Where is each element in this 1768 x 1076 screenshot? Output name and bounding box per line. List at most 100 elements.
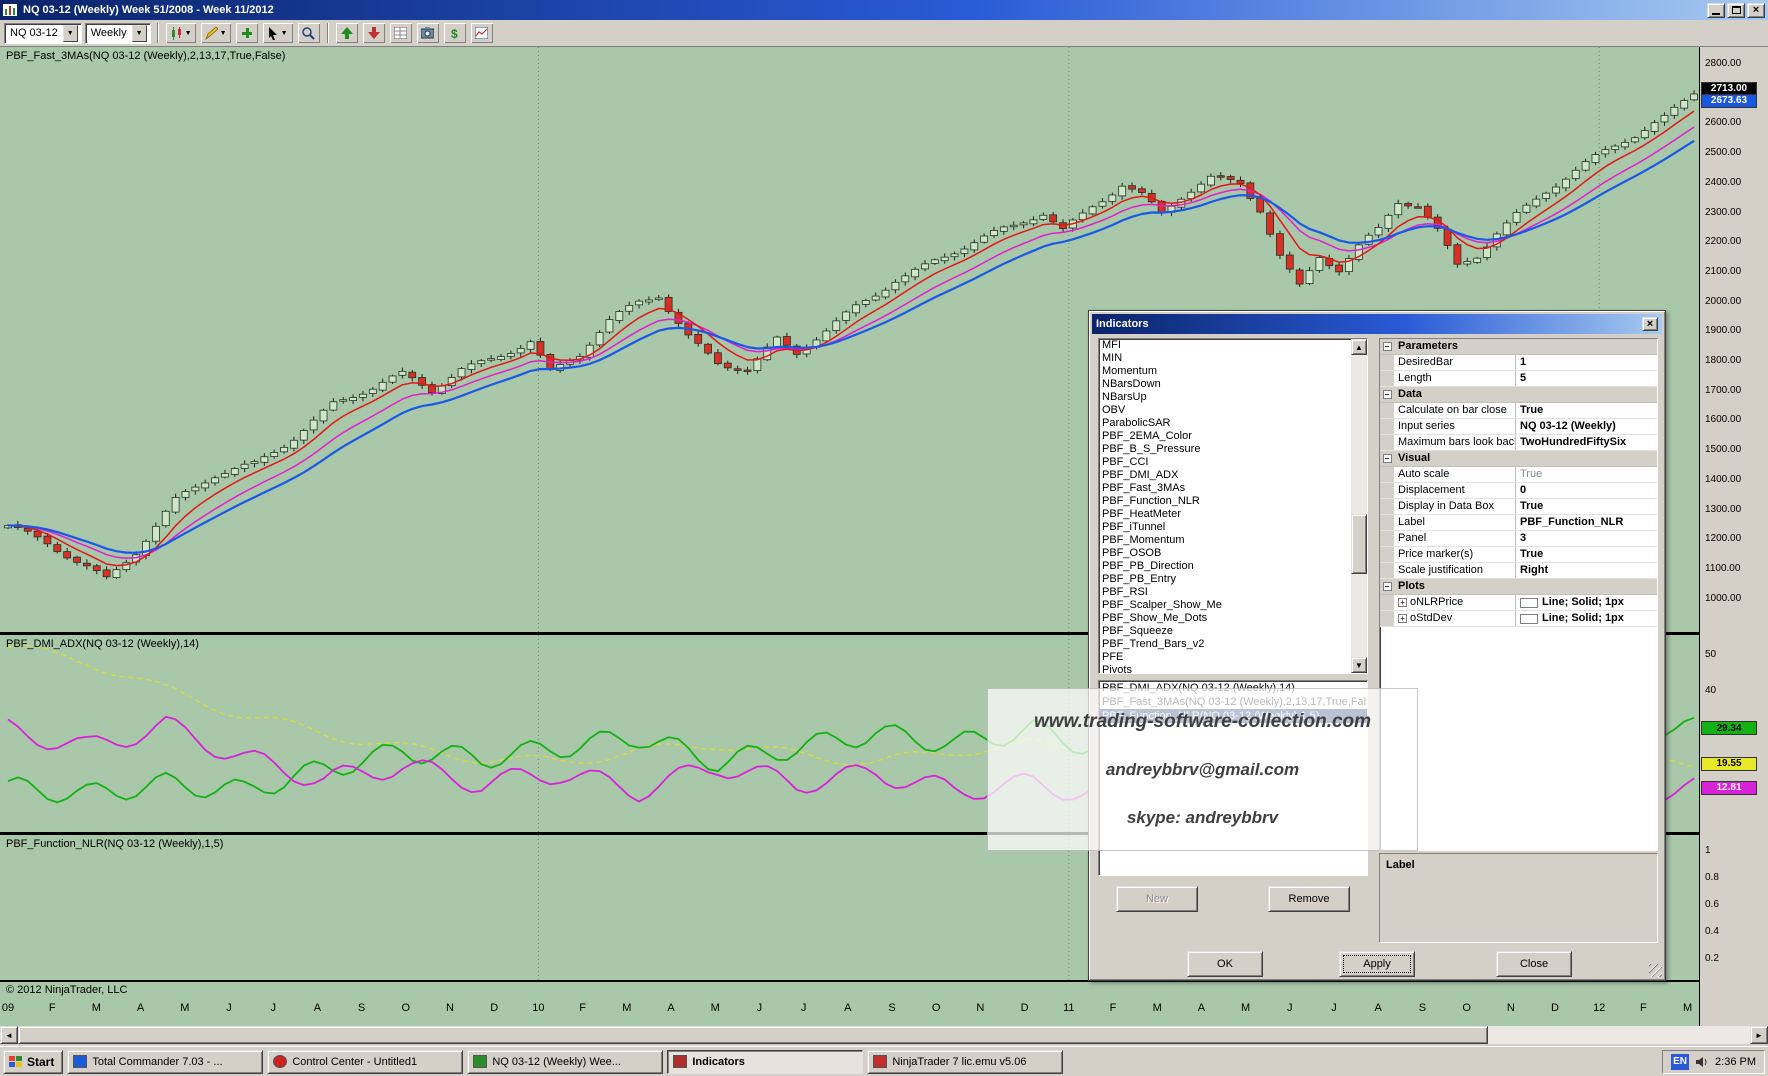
property-value[interactable]: TwoHundredFiftySix — [1516, 435, 1657, 450]
dialog-close-icon[interactable]: × — [1642, 317, 1658, 331]
minus-box-icon[interactable]: − — [1383, 390, 1392, 399]
list-item[interactable]: PBF_Show_Me_Dots — [1099, 612, 1367, 625]
property-row[interactable]: Display in Data BoxTrue — [1380, 499, 1657, 515]
zoom-button[interactable] — [297, 22, 321, 44]
remove-button[interactable]: Remove — [1268, 886, 1350, 912]
up-arrow-button[interactable] — [335, 22, 359, 44]
property-row[interactable]: LabelPBF_Function_NLR — [1380, 515, 1657, 531]
add-indicator-button[interactable] — [235, 22, 259, 44]
collapse-icon[interactable]: − — [1380, 451, 1394, 466]
list-item[interactable]: PBF_Fast_3MAs — [1099, 482, 1367, 495]
property-row[interactable]: Maximum bars look backTwoHundredFiftySix — [1380, 435, 1657, 451]
list-item[interactable]: PBF_Function_NLR — [1099, 495, 1367, 508]
property-value[interactable]: NQ 03-12 (Weekly) — [1516, 419, 1657, 434]
list-item[interactable]: PBF_B_S_Pressure — [1099, 443, 1367, 456]
language-indicator[interactable]: EN — [1671, 1054, 1689, 1070]
property-row[interactable]: Auto scaleTrue — [1380, 467, 1657, 483]
horizontal-scrollbar[interactable]: ◄ ► — [0, 1026, 1768, 1044]
maximize-button[interactable] — [1727, 3, 1745, 18]
taskbar-task[interactable]: Control Center - Untitled1 — [267, 1050, 463, 1074]
interval-selector[interactable]: Weekly ▼ — [85, 23, 151, 44]
collapse-icon[interactable]: − — [1380, 579, 1394, 594]
list-item[interactable]: Pivots — [1099, 664, 1367, 674]
property-row[interactable]: +oStdDevLine; Solid; 1px — [1380, 611, 1657, 627]
collapse-icon[interactable]: − — [1380, 387, 1394, 402]
list-item[interactable]: MFI — [1099, 339, 1367, 352]
collapse-icon[interactable]: − — [1380, 339, 1394, 354]
property-row[interactable]: Calculate on bar closeTrue — [1380, 403, 1657, 419]
list-item[interactable]: PBF_RSI — [1099, 586, 1367, 599]
instrument-selector[interactable]: NQ 03-12 ▼ — [4, 23, 82, 44]
minus-box-icon[interactable]: − — [1383, 582, 1392, 591]
minus-box-icon[interactable]: − — [1383, 342, 1392, 351]
property-row[interactable]: Input seriesNQ 03-12 (Weekly) — [1380, 419, 1657, 435]
taskbar-task[interactable]: Total Commander 7.03 - ... — [67, 1050, 263, 1074]
list-item[interactable]: PBF_Trend_Bars_v2 — [1099, 638, 1367, 651]
start-button[interactable]: Start — [3, 1050, 63, 1074]
property-section-header[interactable]: −Visual — [1380, 451, 1657, 467]
resize-grip[interactable] — [1649, 964, 1662, 977]
indicator-window-button[interactable] — [470, 22, 494, 44]
property-section-header[interactable]: −Parameters — [1380, 339, 1657, 355]
scroll-up-icon[interactable]: ▲ — [1351, 339, 1367, 355]
list-item[interactable]: PBF_Scalper_Show_Me — [1099, 599, 1367, 612]
list-vertical-scrollbar[interactable]: ▲ ▼ — [1351, 339, 1367, 673]
plus-box-icon[interactable]: + — [1398, 614, 1407, 623]
property-value[interactable]: True — [1516, 467, 1657, 482]
plot-color-swatch[interactable] — [1520, 598, 1538, 608]
plus-box-icon[interactable]: + — [1398, 598, 1407, 607]
price-axis[interactable]: 2800.002700.002600.002500.002400.002300.… — [1700, 47, 1768, 1026]
snapshot-button[interactable] — [416, 22, 440, 44]
new-button[interactable]: New — [1116, 886, 1198, 912]
taskbar-task[interactable]: NQ 03-12 (Weekly) Wee... — [467, 1050, 663, 1074]
property-row[interactable]: +oNLRPriceLine; Solid; 1px — [1380, 595, 1657, 611]
scroll-right-icon[interactable]: ► — [1750, 1026, 1768, 1044]
account-button[interactable]: $ — [443, 22, 467, 44]
list-item[interactable]: PBF_PB_Direction — [1099, 560, 1367, 573]
taskbar-task[interactable]: NinjaTrader 7 lic.emu v5.06 — [867, 1050, 1063, 1074]
minus-box-icon[interactable]: − — [1383, 454, 1392, 463]
list-item[interactable]: PBF_iTunnel — [1099, 521, 1367, 534]
close-button[interactable]: Close — [1496, 951, 1572, 977]
list-item[interactable]: PBF_DMI_ADX — [1099, 469, 1367, 482]
property-value[interactable]: True — [1516, 499, 1657, 514]
chart-style-button[interactable]: ▼ — [165, 22, 197, 44]
property-row[interactable]: Length5 — [1380, 371, 1657, 387]
property-value[interactable]: 5 — [1516, 371, 1657, 386]
property-value[interactable]: Right — [1516, 563, 1657, 578]
property-row[interactable]: DesiredBar1 — [1380, 355, 1657, 371]
property-value[interactable]: PBF_Function_NLR — [1516, 515, 1657, 530]
apply-button[interactable]: Apply — [1339, 951, 1415, 977]
scrollbar-thumb[interactable] — [1351, 514, 1367, 574]
list-item[interactable]: PBF_OSOB — [1099, 547, 1367, 560]
scroll-left-icon[interactable]: ◄ — [0, 1026, 18, 1044]
taskbar-task[interactable]: Indicators — [667, 1050, 863, 1074]
list-item[interactable]: PBF_HeatMeter — [1099, 508, 1367, 521]
list-item[interactable]: PBF_Momentum — [1099, 534, 1367, 547]
property-value[interactable]: 0 — [1516, 483, 1657, 498]
list-item[interactable]: PBF_2EMA_Color — [1099, 430, 1367, 443]
close-button[interactable]: × — [1747, 3, 1765, 18]
minimize-button[interactable] — [1707, 3, 1725, 18]
cursor-button[interactable]: ▼ — [262, 22, 294, 44]
plot-color-swatch[interactable] — [1520, 614, 1538, 624]
property-value[interactable]: Line; Solid; 1px — [1516, 611, 1657, 626]
scrollbar-thumb[interactable] — [18, 1026, 1488, 1044]
list-item[interactable]: ParabolicSAR — [1099, 417, 1367, 430]
property-row[interactable]: Displacement0 — [1380, 483, 1657, 499]
property-value[interactable]: True — [1516, 547, 1657, 562]
property-value[interactable]: 1 — [1516, 355, 1657, 370]
property-row[interactable]: Panel3 — [1380, 531, 1657, 547]
list-item[interactable]: PBF_CCI — [1099, 456, 1367, 469]
property-section-header[interactable]: −Plots — [1380, 579, 1657, 595]
scroll-down-icon[interactable]: ▼ — [1351, 657, 1367, 673]
property-row[interactable]: Price marker(s)True — [1380, 547, 1657, 563]
grid-button[interactable] — [389, 22, 413, 44]
drawing-tools-button[interactable]: ▼ — [200, 22, 232, 44]
property-section-header[interactable]: −Data — [1380, 387, 1657, 403]
list-item[interactable]: PBF_Squeeze — [1099, 625, 1367, 638]
speaker-icon[interactable] — [1695, 1056, 1709, 1068]
property-value[interactable]: 3 — [1516, 531, 1657, 546]
down-arrow-button[interactable] — [362, 22, 386, 44]
property-row[interactable]: Scale justificationRight — [1380, 563, 1657, 579]
